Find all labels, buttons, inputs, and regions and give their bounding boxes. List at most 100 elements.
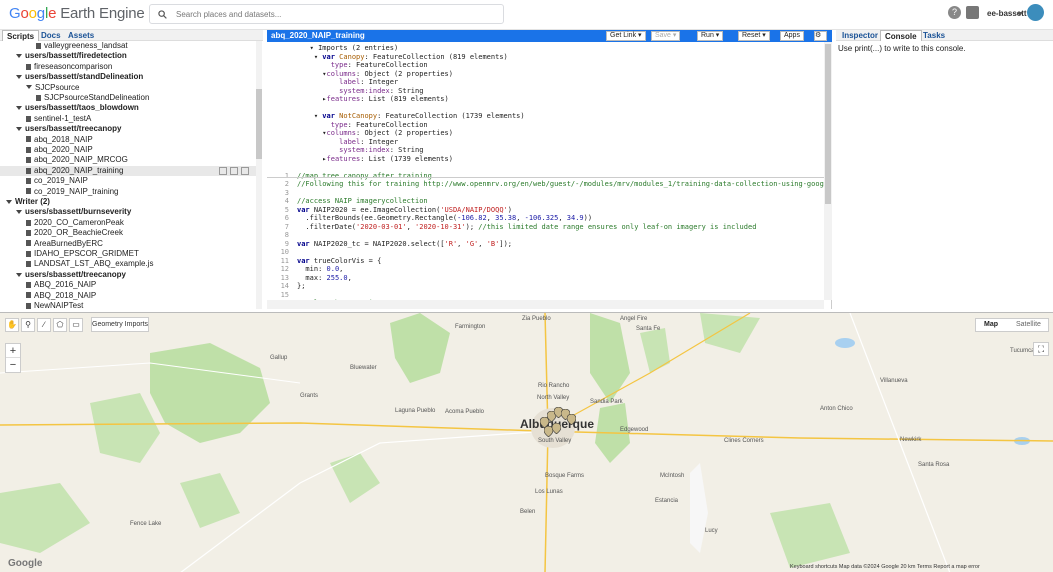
editor-vertical-scrollbar[interactable] — [824, 42, 832, 300]
tab-inspector[interactable]: Inspector — [838, 30, 882, 41]
map-attribution[interactable]: Keyboard shortcuts Map data ©2024 Google… — [790, 564, 1053, 572]
code-line[interactable]: 11 var trueColorVis = { — [267, 257, 382, 266]
code-line[interactable]: 3 — [267, 189, 297, 198]
map-type-map[interactable]: Map — [984, 319, 998, 331]
scrollbar-thumb[interactable] — [825, 44, 831, 204]
tab-docs[interactable]: Docs — [37, 30, 65, 41]
code-line[interactable]: 15 — [267, 291, 297, 300]
code-line[interactable]: system:index: String — [267, 87, 423, 96]
reset-button[interactable]: Reset ▾ — [738, 31, 770, 41]
script-folder-item[interactable]: users/bassett/firedetection — [0, 51, 256, 61]
earth-engine-logo[interactable]: Google Earth Engine — [9, 5, 145, 22]
polygon-icon[interactable]: ⬠ — [53, 318, 67, 332]
script-file-item[interactable]: valleygreeness_landsat — [0, 41, 256, 51]
code-line[interactable] — [267, 163, 297, 172]
editor-horizontal-scrollbar[interactable] — [267, 300, 824, 309]
fullscreen-icon[interactable]: ⛶ — [1033, 342, 1049, 356]
script-file-item[interactable]: ABQ_2016_NAIP — [0, 280, 256, 290]
script-file-item[interactable]: fireseasoncomparison — [0, 62, 256, 72]
tree-item-label: SJCPsource — [35, 82, 80, 92]
apps-button[interactable]: Apps — [780, 31, 804, 41]
code-line[interactable]: system:index: String — [267, 146, 423, 155]
geometry-imports-button[interactable]: Geometry Imports — [91, 317, 149, 332]
line-icon[interactable]: ∕ — [37, 318, 51, 332]
code-line[interactable]: 14}; — [267, 282, 306, 291]
code-line[interactable]: 1 //map tree canopy after training — [267, 172, 432, 181]
script-file-item[interactable]: abq_2018_NAIP — [0, 135, 256, 145]
code-line[interactable]: ▾columns: Object (2 properties) — [267, 70, 453, 79]
map-marker-icon[interactable] — [567, 414, 576, 425]
feedback-icon[interactable] — [966, 6, 979, 19]
map-type-satellite[interactable]: Satellite — [1016, 319, 1041, 331]
get-link-button[interactable]: Get Link ▾ — [606, 31, 646, 41]
delete-icon[interactable] — [241, 166, 249, 175]
script-folder-item[interactable]: users/sbassett/treecanopy — [0, 270, 256, 280]
code-line[interactable]: label: Integer — [267, 138, 398, 147]
script-folder-item[interactable]: users/sbassett/burnseverity — [0, 207, 256, 217]
script-file-item[interactable]: 2020_CO_CameronPeak — [0, 218, 256, 228]
gear-icon[interactable]: ⚙ — [814, 31, 827, 41]
script-file-item[interactable]: sentinel-1_testA — [0, 114, 256, 124]
code-line[interactable]: ▾columns: Object (2 properties) — [267, 129, 453, 138]
code-line[interactable]: ▾ Imports (2 entries) — [267, 44, 399, 53]
tab-tasks[interactable]: Tasks — [919, 30, 949, 41]
code-line[interactable]: 8 — [267, 231, 297, 240]
script-file-item[interactable]: 2020_OR_BeachieCreek — [0, 228, 256, 238]
code-line[interactable]: 6 .filterBounds(ee.Geometry.Rectangle(-1… — [267, 214, 592, 223]
tab-assets[interactable]: Assets — [64, 30, 98, 41]
code-line[interactable]: 12 min: 0.0, — [267, 265, 344, 274]
code-line[interactable]: 4 //access NAIP imagerycollection — [267, 197, 428, 206]
tab-scripts[interactable]: Scripts — [2, 30, 40, 41]
script-folder-item[interactable]: users/bassett/standDelineation — [0, 72, 256, 82]
script-file-item[interactable]: ABQ_2018_NAIP — [0, 291, 256, 301]
code-line[interactable] — [267, 104, 297, 113]
save-button[interactable]: Save ▾ — [651, 31, 681, 41]
help-icon[interactable]: ? — [948, 6, 961, 19]
history-icon[interactable] — [219, 166, 227, 175]
run-button[interactable]: Run ▾ — [697, 31, 724, 41]
map-view[interactable]: TaosAngel FireFarmingtonZia PuebloBluewa… — [0, 312, 1053, 572]
code-line[interactable]: ▸features: List (1739 elements) — [267, 155, 453, 164]
script-folder-item[interactable]: SJCPsource — [0, 83, 256, 93]
code-line[interactable]: 7 .filterDate('2020-03-01', '2020-10-31'… — [267, 223, 757, 232]
script-folder-item[interactable]: users/bassett/taos_blowdown — [0, 103, 256, 113]
search-box[interactable]: Search places and datasets... — [149, 4, 504, 24]
zoom-in-button[interactable]: + — [6, 344, 20, 358]
code-line[interactable]: 9 var NAIP2020_tc = NAIP2020.select(['R',… — [267, 240, 512, 249]
rectangle-icon[interactable]: ▭ — [69, 318, 83, 332]
map-marker-icon[interactable] — [552, 423, 561, 434]
script-file-item[interactable]: AreaBurnedByERC — [0, 239, 256, 249]
tab-console[interactable]: Console — [880, 30, 922, 41]
code-line[interactable]: label: Integer — [267, 78, 398, 87]
code-line[interactable]: 13 max: 255.0, — [267, 274, 352, 283]
script-file-item[interactable]: SJCPsourceStandDelineation — [0, 93, 256, 103]
script-tree-scrollbar[interactable] — [256, 41, 262, 309]
code-line[interactable]: type: FeatureCollection — [267, 121, 428, 130]
script-file-item[interactable]: abq_2020_NAIP_training — [0, 165, 256, 176]
rename-icon[interactable] — [230, 166, 238, 175]
code-line[interactable]: type: FeatureCollection — [267, 61, 428, 70]
code-line[interactable]: 10 — [267, 248, 297, 257]
script-file-item[interactable]: co_2019_NAIP_training — [0, 187, 256, 197]
avatar[interactable] — [1027, 4, 1044, 21]
script-file-item[interactable]: NewNAIPTest — [0, 301, 256, 309]
point-marker-icon[interactable]: ⚲ — [21, 318, 35, 332]
script-file-item[interactable]: co_2019_NAIP — [0, 176, 256, 186]
tree-item-label: abq_2018_NAIP — [34, 134, 93, 144]
code-line[interactable]: 5 var NAIP2020 = ee.ImageCollection('USDA… — [267, 206, 512, 215]
script-folder-item[interactable]: users/bassett/treecanopy — [0, 124, 256, 134]
script-file-item[interactable]: abq_2020_NAIP — [0, 145, 256, 155]
script-folder-item[interactable]: Writer (2) — [0, 197, 256, 207]
hand-icon[interactable]: ✋ — [5, 318, 19, 332]
code-line[interactable]: ▾ var Canopy: FeatureCollection (819 ele… — [267, 53, 508, 62]
code-line[interactable]: ▾ var NotCanopy: FeatureCollection (1739… — [267, 112, 525, 121]
code-line[interactable]: 2 //Following this for training http://ww… — [267, 180, 824, 189]
scrollbar-thumb[interactable] — [256, 89, 262, 159]
code-area[interactable]: ▾ Imports (2 entries) ▾ var Canopy: Feat… — [267, 42, 824, 300]
script-file-item[interactable]: IDAHO_EPSCOR_GRIDMET — [0, 249, 256, 259]
zoom-out-button[interactable]: − — [6, 358, 20, 372]
code-line[interactable]: ▸features: List (819 elements) — [267, 95, 448, 104]
script-file-item[interactable]: LANDSAT_LST_ABQ_example.js — [0, 259, 256, 269]
script-file-item[interactable]: abq_2020_NAIP_MRCOG — [0, 155, 256, 165]
chevron-down-icon[interactable] — [1017, 12, 1023, 16]
